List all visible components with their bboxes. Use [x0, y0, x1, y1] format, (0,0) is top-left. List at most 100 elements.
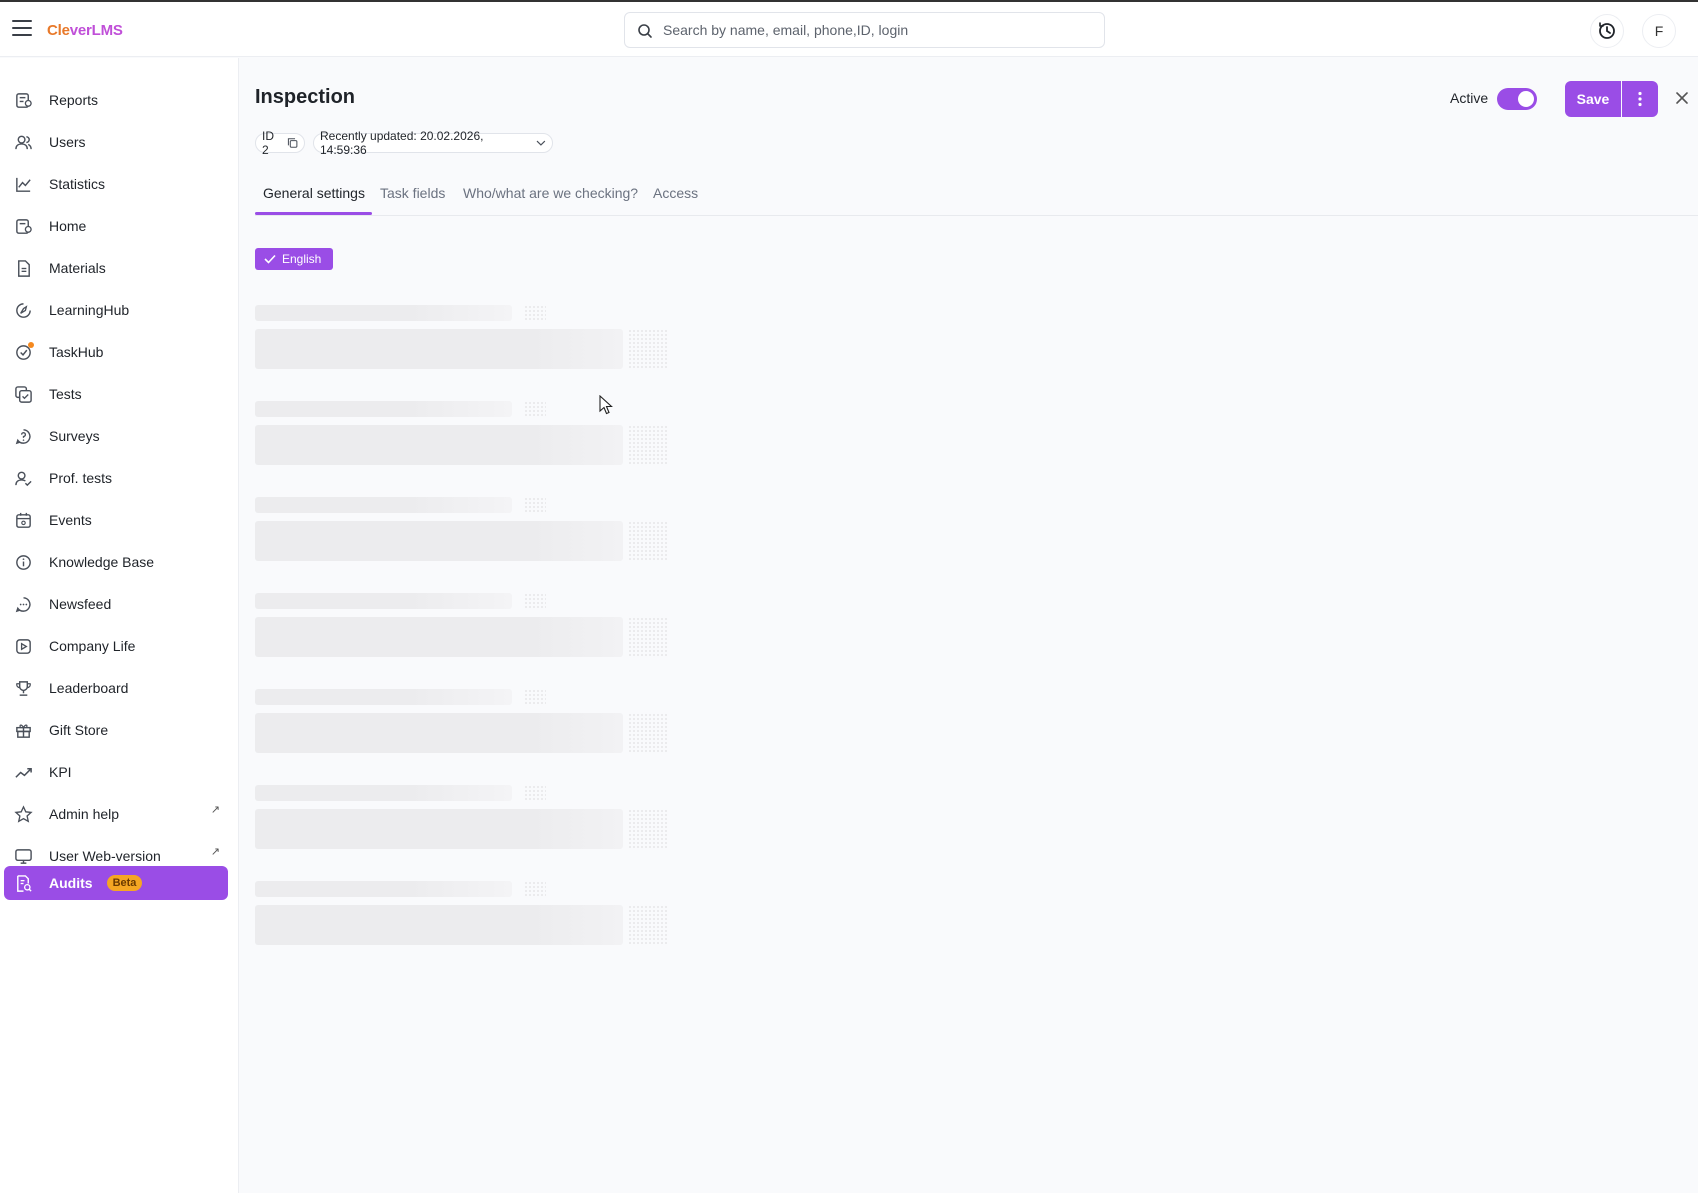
sidebar-item-learninghub[interactable]: LearningHub [4, 293, 228, 327]
skeleton-field-tail [628, 521, 668, 561]
sidebar-item-admin-help[interactable]: Admin help ↗ [4, 797, 228, 831]
trend-icon [12, 761, 34, 783]
sidebar-item-leaderboard[interactable]: Leaderboard [4, 671, 228, 705]
statistics-icon [12, 173, 34, 195]
tab-general-settings[interactable]: General settings [263, 185, 365, 215]
toggle-knob [1518, 91, 1534, 107]
skeleton-label-tail [524, 881, 546, 897]
sidebar-item-kpi[interactable]: KPI [4, 755, 228, 789]
copy-icon [287, 138, 298, 148]
sidebar-item-surveys[interactable]: Surveys [4, 419, 228, 453]
skeleton-label-tail [524, 305, 546, 321]
chevron-down-icon [536, 140, 546, 146]
sidebar-item-tests[interactable]: Tests [4, 377, 228, 411]
sidebar-item-home[interactable]: Home [4, 209, 228, 243]
sidebar-item-company-life[interactable]: Company Life [4, 629, 228, 663]
skeleton-label [255, 401, 512, 417]
more-vertical-icon [1638, 91, 1642, 107]
skeleton-field [255, 713, 623, 753]
skeleton-field-tail [628, 809, 668, 849]
sidebar-item-prof-tests[interactable]: Prof. tests [4, 461, 228, 495]
skeleton-label [255, 593, 512, 609]
materials-icon [12, 257, 34, 279]
app-logo[interactable]: CleverLMS [47, 22, 123, 39]
skeleton-field [255, 905, 623, 945]
events-icon [12, 509, 34, 531]
chat-icon [12, 593, 34, 615]
skeleton-label [255, 785, 512, 801]
skeleton-label [255, 881, 512, 897]
sidebar-item-materials[interactable]: Materials [4, 251, 228, 285]
info-icon [12, 551, 34, 573]
sidebar-item-newsfeed[interactable]: Newsfeed [4, 587, 228, 621]
menu-icon[interactable] [12, 20, 32, 38]
learninghub-icon [12, 299, 34, 321]
user-avatar[interactable]: F [1642, 14, 1676, 48]
skeleton-label [255, 497, 512, 513]
active-toggle[interactable] [1497, 88, 1537, 110]
skeleton-label-tail [524, 401, 546, 417]
tab-access[interactable]: Access [653, 185, 698, 215]
search-input[interactable] [663, 13, 1093, 47]
top-header: CleverLMS F [0, 2, 1698, 57]
taskhub-icon [12, 341, 34, 363]
page-title: Inspection [255, 86, 356, 108]
skeleton-field [255, 521, 623, 561]
trophy-icon [12, 677, 34, 699]
gift-icon [12, 719, 34, 741]
tab-task-fields[interactable]: Task fields [380, 185, 445, 215]
skeleton-label [255, 689, 512, 705]
skeleton-field-tail [628, 329, 668, 369]
sidebar-item-statistics[interactable]: Statistics [4, 167, 228, 201]
home-icon [12, 215, 34, 237]
sidebar-item-users[interactable]: Users [4, 125, 228, 159]
skeleton-field-tail [628, 905, 668, 945]
surveys-icon [12, 425, 34, 447]
sidebar-item-reports[interactable]: Reports [4, 83, 228, 117]
sidebar-item-events[interactable]: Events [4, 503, 228, 537]
sidebar-item-audits[interactable]: Audits Beta [4, 866, 228, 900]
skeleton-field [255, 617, 623, 657]
history-button[interactable] [1590, 14, 1624, 48]
beta-badge: Beta [106, 875, 143, 891]
skeleton-field-tail [628, 425, 668, 465]
id-chip[interactable]: ID 2 [255, 129, 305, 157]
skeleton-label-tail [524, 785, 546, 801]
more-options-button[interactable] [1622, 81, 1658, 117]
skeleton-label [255, 305, 512, 321]
skeleton-label-tail [524, 689, 546, 705]
external-link-icon: ↗ [210, 804, 220, 816]
users-icon [12, 131, 34, 153]
star-icon [12, 803, 34, 825]
reports-icon [12, 89, 34, 111]
sidebar-item-taskhub[interactable]: TaskHub [4, 335, 228, 369]
search-box[interactable] [624, 12, 1105, 48]
skeleton-label-tail [524, 497, 546, 513]
save-button[interactable]: Save [1565, 81, 1621, 117]
skeleton-field-tail [628, 713, 668, 753]
tests-icon [12, 383, 34, 405]
skeleton-field-tail [628, 617, 668, 657]
external-link-icon: ↗ [210, 846, 220, 858]
skeleton-field [255, 809, 623, 849]
recently-updated-dropdown[interactable]: Recently updated: 20.02.2026, 14:59:36 [313, 129, 553, 157]
tab-bar: General settings Task fields Who/what ar… [255, 175, 1698, 216]
prof-tests-icon [12, 467, 34, 489]
skeleton-field [255, 425, 623, 465]
clock-history-icon [1599, 22, 1615, 39]
close-icon[interactable] [1674, 90, 1690, 106]
monitor-icon [12, 845, 34, 867]
audits-icon [12, 872, 34, 894]
sidebar-item-gift-store[interactable]: Gift Store [4, 713, 228, 747]
check-icon [264, 254, 276, 264]
skeleton-label-tail [524, 593, 546, 609]
active-tab-indicator [255, 212, 372, 215]
sidebar-item-knowledge-base[interactable]: Knowledge Base [4, 545, 228, 579]
skeleton-field [255, 329, 623, 369]
language-chip-english[interactable]: English [255, 248, 333, 270]
tab-who-what-checking[interactable]: Who/what are we checking? [463, 185, 638, 215]
notification-dot [28, 342, 34, 348]
active-label: Active [1450, 90, 1489, 106]
search-icon [638, 24, 652, 38]
play-icon [12, 635, 34, 657]
